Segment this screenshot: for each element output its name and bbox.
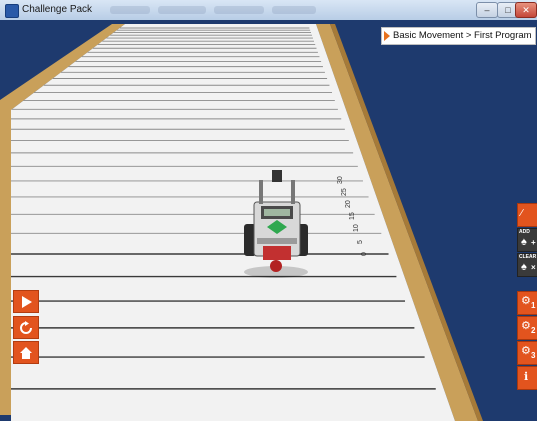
add-icon: +	[531, 238, 536, 247]
app-icon	[5, 4, 19, 18]
ruler-label: 10	[353, 224, 360, 232]
robot-right-strut	[291, 180, 295, 204]
add-button-label: ADD	[519, 229, 530, 235]
ruler-label: 0	[361, 252, 368, 256]
info-button[interactable]: ℹ	[517, 366, 537, 390]
ruler-label: 20	[345, 200, 352, 208]
challenge-2-button[interactable]: ⚙ 2	[517, 316, 537, 340]
clear-button[interactable]: CLEAR ♠ ×	[517, 253, 537, 277]
simulation-viewport[interactable]: 0 5 10 15 20 25 30	[0, 20, 537, 421]
robot-sensor-bar	[257, 238, 297, 244]
play-icon	[22, 295, 32, 308]
robot-icon: ⚙	[521, 295, 531, 307]
title-bar: Challenge Pack – □ ✕	[0, 0, 537, 21]
play-button[interactable]	[13, 290, 39, 313]
add-button[interactable]: ADD ♠ +	[517, 228, 537, 252]
challenge-2-number: 2	[531, 326, 536, 335]
robot-front-bumper	[263, 246, 291, 260]
breadcrumb-text: Basic Movement > First Program	[393, 30, 532, 41]
info-icon: ℹ	[524, 371, 529, 383]
robot-clear-icon: ♠	[521, 261, 527, 273]
ruler-label: 30	[337, 176, 344, 184]
robot-icon: ⚙	[521, 345, 531, 357]
reset-button[interactable]	[13, 316, 39, 339]
challenge-1-number: 1	[531, 301, 536, 310]
ruler-label: 15	[349, 212, 356, 220]
home-button[interactable]	[13, 341, 39, 364]
menu-placeholder	[158, 6, 206, 14]
robot-icon: ⚙	[521, 320, 531, 332]
robot-caster	[270, 260, 282, 272]
robot-left-strut	[259, 180, 263, 204]
robot-display	[264, 209, 290, 216]
ruler-label: 25	[341, 188, 348, 196]
breadcrumb: Basic Movement > First Program	[381, 27, 536, 45]
menu-placeholder	[110, 6, 150, 14]
home-icon	[20, 346, 32, 359]
ruler-label: 5	[357, 240, 364, 244]
challenge-1-button[interactable]: ⚙ 1	[517, 291, 537, 315]
graph-icon: ∕	[521, 208, 523, 219]
challenge-3-button[interactable]: ⚙ 3	[517, 341, 537, 365]
menu-placeholder	[214, 6, 264, 14]
clear-button-label: CLEAR	[519, 254, 537, 260]
menu-placeholder	[272, 6, 316, 14]
clear-icon: ×	[531, 263, 536, 272]
scene-canvas: 0 5 10 15 20 25 30	[0, 20, 537, 421]
close-button[interactable]: ✕	[515, 2, 537, 18]
minimize-button[interactable]: –	[476, 2, 498, 18]
robot-mast	[272, 170, 282, 182]
breadcrumb-arrow-icon	[384, 31, 390, 41]
challenge-3-number: 3	[531, 351, 536, 360]
graph-button[interactable]: ∕	[517, 203, 537, 227]
window-title: Challenge Pack	[22, 4, 93, 15]
reset-icon	[20, 320, 32, 334]
robot-add-icon: ♠	[521, 236, 527, 248]
